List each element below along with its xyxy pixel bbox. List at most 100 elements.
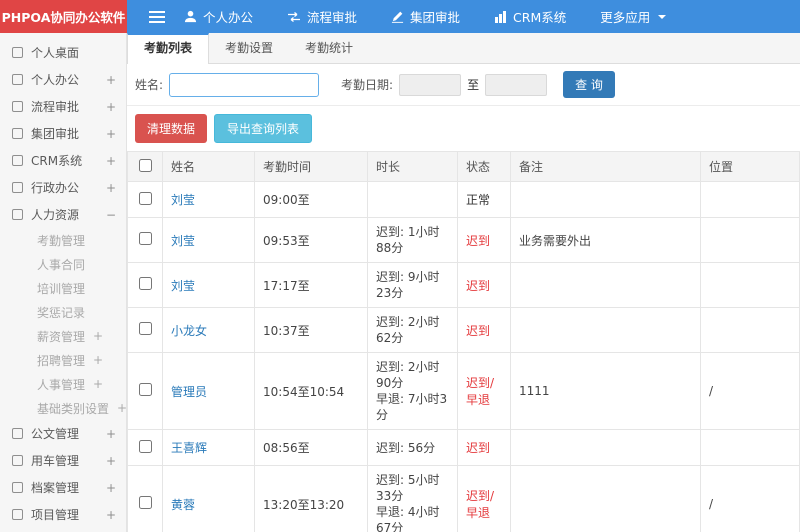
expand-toggle-icon[interactable]: + [93,377,103,391]
sidebar-item[interactable]: 档案管理 + [0,474,126,501]
employee-name-link[interactable]: 管理员 [171,385,207,399]
sidebar-item[interactable]: 项目管理 + [0,501,126,528]
menu-module-icon [12,209,23,220]
status-badge: 迟到/早退 [466,376,495,407]
expand-toggle-icon[interactable]: + [106,181,116,195]
date-range-to-label: 至 [467,78,480,92]
name-filter-input[interactable] [169,72,320,97]
row-checkbox[interactable] [138,383,152,396]
sidebar-item[interactable]: 人力资源 − [0,201,126,228]
expand-toggle-icon[interactable]: + [106,100,116,114]
note-cell [510,429,701,466]
note-cell [510,262,701,308]
expand-toggle-icon[interactable]: + [93,353,103,367]
expand-toggle-icon[interactable]: + [106,481,116,495]
expand-toggle-icon[interactable]: − [106,208,116,222]
top-nav-crm[interactable]: CRM系统 [477,0,583,33]
sidebar-item-label: 公文管理 [31,427,80,441]
sidebar-item[interactable]: 基础类别设置 + [0,396,126,420]
duration-cell: 迟到: 2小时90分 早退: 7小时3分 [367,352,458,430]
menu-module-icon [12,455,23,466]
row-checkbox[interactable] [138,322,152,335]
sidebar-item[interactable]: 流程审批 + [0,93,126,120]
sidebar-item[interactable]: 薪资管理 + [0,324,126,348]
name-filter-label: 姓名: [135,78,164,92]
caret-down-icon [658,14,667,19]
sidebar-item[interactable]: CRM系统 + [0,147,126,174]
status-badge: 迟到/早退 [466,489,495,520]
top-header: PHPOA协同办公软件 个人办公 流程审批 集团审批 CRM系统 更多应用 [0,0,800,33]
tab-label: 考勤设置 [225,41,274,55]
tab[interactable]: 考勤设置 [209,33,289,63]
row-checkbox[interactable] [138,277,152,290]
top-nav-label: CRM系统 [513,10,567,25]
sidebar-item[interactable]: 集团审批 + [0,120,126,147]
clear-data-button[interactable]: 清理数据 [135,114,208,143]
top-nav-workflow-approval[interactable]: 流程审批 [270,0,374,33]
status-badge: 迟到 [466,233,491,248]
sidebar: 个人桌面 个人办公 + 流程审批 + 集团审批 + CRM系统 + 行政办公 +… [0,33,127,532]
menu-module-icon [12,155,23,166]
sidebar-item[interactable]: 个人桌面 [0,39,126,66]
location-cell [700,217,800,263]
expand-toggle-icon[interactable]: + [93,329,103,343]
attendance-time-cell: 08:56至 [254,429,368,466]
employee-name-link[interactable]: 刘莹 [171,234,195,248]
row-checkbox[interactable] [138,496,152,509]
sidebar-item[interactable]: 公文管理 + [0,420,126,447]
select-all-checkbox[interactable] [138,158,152,172]
note-cell: 1111 [510,352,701,430]
sidebar-item[interactable]: 用车管理 + [0,447,126,474]
user-icon [184,10,197,23]
menu-module-icon [12,128,23,139]
date-filter-label: 考勤日期: [341,78,394,92]
top-nav-more-apps[interactable]: 更多应用 [583,0,683,33]
employee-name-link[interactable]: 王喜辉 [171,441,207,455]
expand-toggle-icon[interactable]: + [106,127,116,141]
duration-cell: 迟到: 9小时23分 [367,262,458,308]
row-checkbox[interactable] [138,232,152,245]
menu-toggle-icon[interactable] [149,0,167,33]
employee-name-link[interactable]: 小龙女 [171,324,207,338]
sidebar-item[interactable]: 奖惩记录 [0,300,126,324]
sidebar-item[interactable]: 人事合同 [0,252,126,276]
sidebar-item-label: 项目管理 [31,508,80,522]
main-content: 考勤列表 考勤设置 考勤统计 姓名: 考勤日期: 至 查 询 清理数据 导出查询… [127,33,800,532]
row-checkbox[interactable] [138,439,152,453]
expand-toggle-icon[interactable]: + [106,154,116,168]
sidebar-item-label: 个人桌面 [31,46,80,60]
expand-toggle-icon[interactable]: + [106,454,116,468]
date-to-input[interactable] [485,73,548,96]
employee-name-link[interactable]: 刘莹 [171,193,195,207]
tab[interactable]: 考勤列表 [127,33,210,64]
sidebar-item[interactable]: 招聘管理 + [0,348,126,372]
employee-name-link[interactable]: 黄蓉 [171,498,195,512]
note-cell [510,465,701,532]
expand-toggle-icon[interactable]: + [106,427,116,441]
table-header-row: 姓名 考勤时间 时长 状态 备注 位置 [127,151,800,182]
col-header-name: 姓名 [162,151,255,182]
top-nav-personal-office[interactable]: 个人办公 [167,0,270,33]
employee-name-link[interactable]: 刘莹 [171,279,195,293]
tab[interactable]: 考勤统计 [289,33,369,63]
sidebar-item[interactable]: 个人办公 + [0,66,126,93]
table-row: 小龙女 10:37至 迟到: 2小时62分 迟到 [127,307,800,353]
top-nav-group-approval[interactable]: 集团审批 [374,0,477,33]
attendance-time-cell: 17:17至 [254,262,368,308]
sidebar-item[interactable]: 人事管理 + [0,372,126,396]
menu-module-icon [12,182,23,193]
sidebar-item[interactable]: 培训管理 [0,276,126,300]
export-list-button[interactable]: 导出查询列表 [214,114,313,143]
date-from-input[interactable] [399,73,462,96]
sidebar-item[interactable]: 行政办公 + [0,174,126,201]
sidebar-item-label: 招聘管理 [37,353,86,368]
search-button[interactable]: 查 询 [563,71,615,98]
expand-toggle-icon[interactable]: + [117,401,126,415]
app-logo: PHPOA协同办公软件 [0,0,127,33]
expand-toggle-icon[interactable]: + [106,73,116,87]
row-checkbox[interactable] [138,191,152,205]
expand-toggle-icon[interactable]: + [106,508,116,522]
sidebar-item[interactable]: 考勤管理 [0,228,126,252]
status-badge: 正常 [466,193,491,207]
table-row: 黄蓉 13:20至13:20 迟到: 5小时33分 早退: 4小时67分 迟到/… [127,465,800,532]
